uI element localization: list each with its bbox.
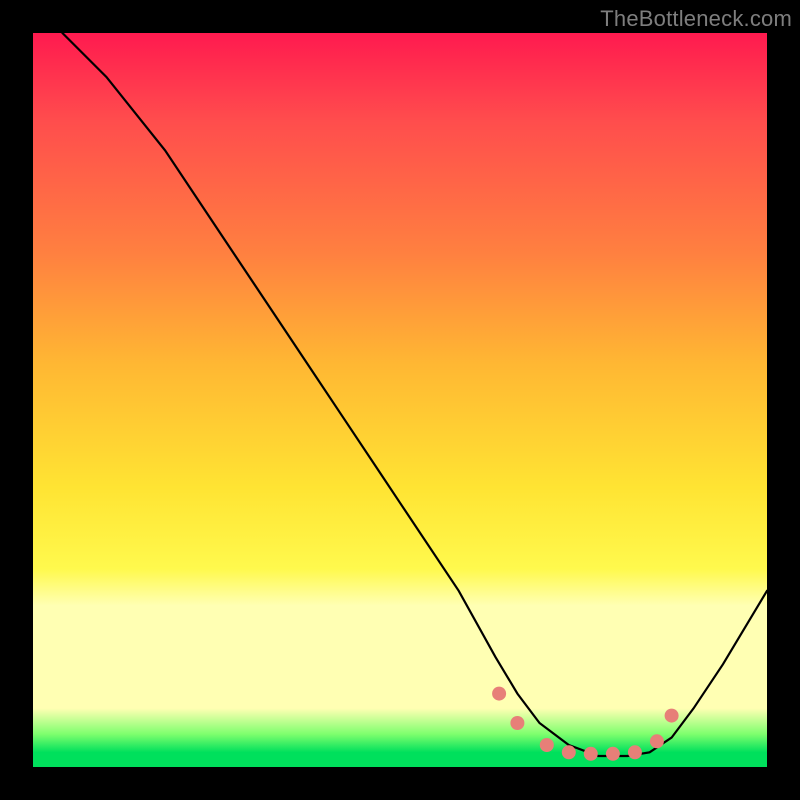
watermark-text: TheBottleneck.com bbox=[600, 6, 792, 32]
chart-frame: TheBottleneck.com bbox=[0, 0, 800, 800]
marker-dot bbox=[665, 709, 679, 723]
marker-dot bbox=[628, 745, 642, 759]
marker-dot bbox=[510, 716, 524, 730]
marker-dot bbox=[584, 747, 598, 761]
plot-area bbox=[33, 33, 767, 767]
marker-dot bbox=[540, 738, 554, 752]
marker-dot bbox=[650, 734, 664, 748]
marker-dot bbox=[492, 687, 506, 701]
marker-dot bbox=[562, 745, 576, 759]
bottleneck-curve bbox=[62, 33, 767, 756]
chart-svg bbox=[33, 33, 767, 767]
marker-dot bbox=[606, 747, 620, 761]
